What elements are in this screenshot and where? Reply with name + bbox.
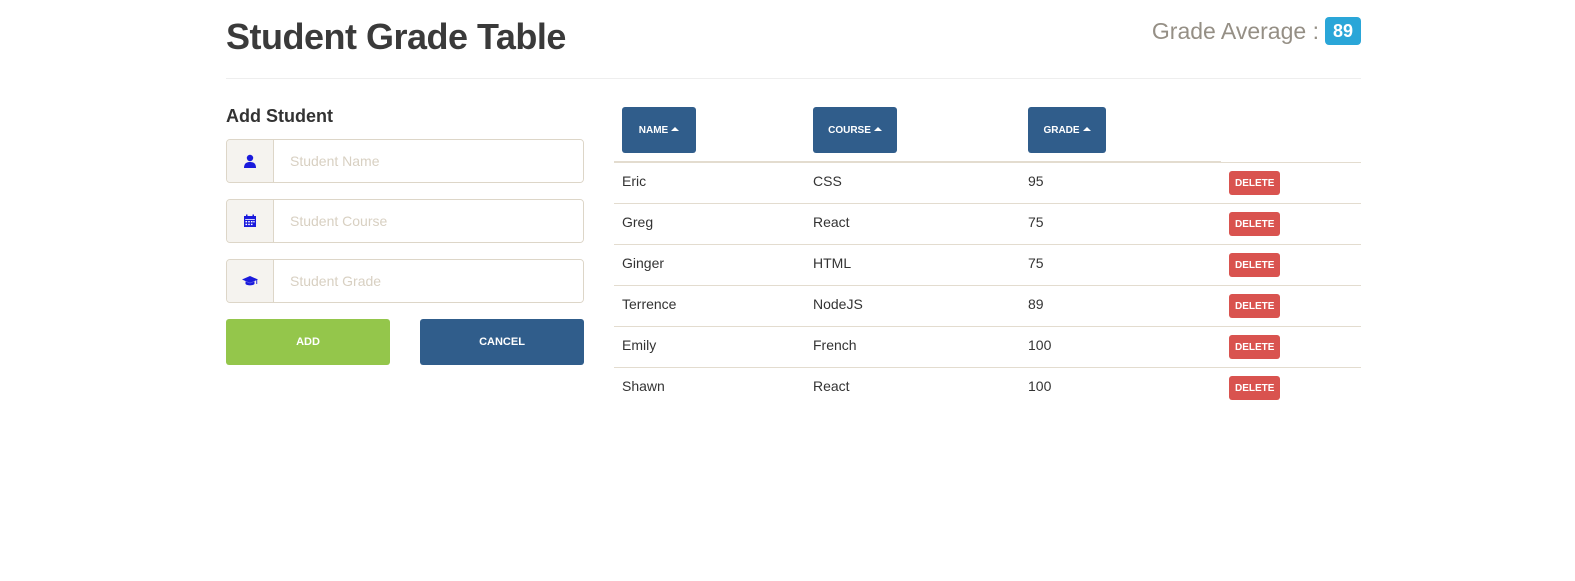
student-course-group xyxy=(226,199,584,243)
cell-grade: 100 xyxy=(1028,337,1052,353)
cell-name: Eric xyxy=(622,173,647,189)
cell-grade: 89 xyxy=(1028,296,1044,312)
cell-course: React xyxy=(813,214,850,230)
sort-course-button[interactable]: COURSE xyxy=(813,107,897,153)
cancel-button[interactable]: CANCEL xyxy=(420,319,584,365)
cell-course: French xyxy=(813,337,857,353)
student-grade-input[interactable] xyxy=(274,260,583,302)
delete-cell: DELETE xyxy=(1229,171,1281,195)
graduation-cap-icon xyxy=(227,260,274,302)
table-row: Ginger HTML 75 DELETE xyxy=(614,244,1361,285)
delete-button[interactable]: DELETE xyxy=(1229,212,1281,236)
delete-cell: DELETE xyxy=(1229,253,1281,277)
grade-table: NAME COURSE GRADE Eric CSS 95 DELETE Gre… xyxy=(614,107,1361,408)
delete-button[interactable]: DELETE xyxy=(1229,171,1281,195)
sort-name-button[interactable]: NAME xyxy=(622,107,696,153)
student-name-input[interactable] xyxy=(274,140,583,182)
student-grade-group xyxy=(226,259,584,303)
table-row: Terrence NodeJS 89 DELETE xyxy=(614,285,1361,326)
delete-cell: DELETE xyxy=(1229,212,1281,236)
table-row: Emily French 100 DELETE xyxy=(614,326,1361,367)
add-button[interactable]: ADD xyxy=(226,319,390,365)
delete-cell: DELETE xyxy=(1229,376,1281,400)
grade-average-badge: 89 xyxy=(1324,17,1361,45)
table-row: Eric CSS 95 DELETE xyxy=(614,162,1361,203)
cell-grade: 100 xyxy=(1028,378,1052,394)
cell-name: Terrence xyxy=(622,296,677,312)
form-title: Add Student xyxy=(226,106,333,126)
column-header-label: NAME xyxy=(638,124,669,136)
grade-average-label: Grade Average : xyxy=(1151,17,1319,44)
add-student-form: Add Student Student Name Student Course … xyxy=(226,106,584,365)
page-title: Student Grade Table xyxy=(226,16,566,57)
cell-course: CSS xyxy=(813,173,842,189)
cell-name: Greg xyxy=(622,214,654,230)
cell-name: Shawn xyxy=(622,378,665,394)
table-row: Greg React 75 DELETE xyxy=(614,203,1361,244)
app-container: Student Grade Table Grade Average : 89 A… xyxy=(226,0,1361,400)
cell-grade: 75 xyxy=(1028,255,1044,271)
sort-ascending-icon xyxy=(1082,127,1091,131)
student-name-group xyxy=(226,139,584,183)
sort-grade-button[interactable]: GRADE xyxy=(1028,107,1106,153)
calendar-icon xyxy=(227,200,274,242)
form-actions: ADD CANCEL xyxy=(226,319,584,365)
student-course-input[interactable] xyxy=(274,200,583,242)
sort-ascending-icon xyxy=(873,127,882,131)
sort-ascending-icon xyxy=(671,127,680,131)
delete-cell: DELETE xyxy=(1229,335,1281,359)
cell-grade: 75 xyxy=(1028,214,1044,230)
delete-button[interactable]: DELETE xyxy=(1229,376,1281,400)
grade-average: Grade Average : 89 xyxy=(1152,17,1361,45)
delete-button[interactable]: DELETE xyxy=(1229,253,1281,277)
cell-course: React xyxy=(813,378,850,394)
table-header: NAME COURSE GRADE xyxy=(614,107,1361,163)
cell-name: Emily xyxy=(622,337,657,353)
delete-cell: DELETE xyxy=(1229,294,1281,318)
table-row: Shawn React 100 DELETE xyxy=(614,367,1361,408)
cell-grade: 95 xyxy=(1028,173,1044,189)
column-header-label: GRADE xyxy=(1043,124,1080,136)
cell-course: NodeJS xyxy=(813,296,863,312)
delete-button[interactable]: DELETE xyxy=(1229,335,1281,359)
table-body: Eric CSS 95 DELETE Greg React 75 DELETE … xyxy=(614,162,1361,408)
cell-name: Ginger xyxy=(622,255,665,271)
page-header: Student Grade Table Grade Average : 89 xyxy=(226,0,1361,79)
column-header-label: COURSE xyxy=(828,124,871,136)
delete-button[interactable]: DELETE xyxy=(1229,294,1281,318)
cell-course: HTML xyxy=(813,255,852,271)
user-icon xyxy=(227,140,274,182)
